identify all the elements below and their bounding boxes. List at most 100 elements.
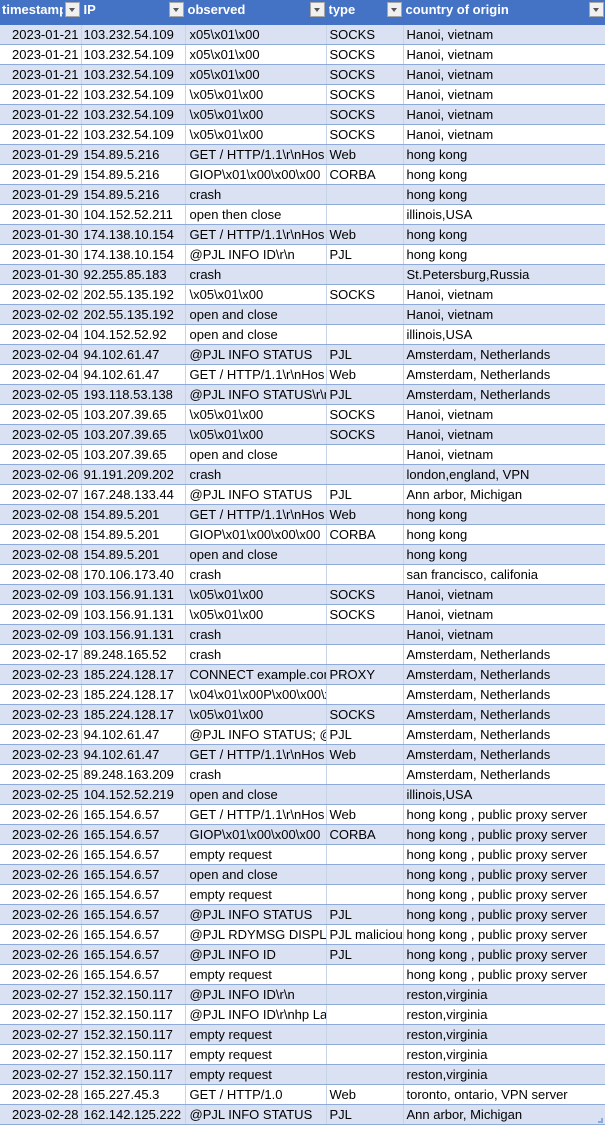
cell-type[interactable]	[326, 464, 404, 485]
cell-observed[interactable]: open and close	[185, 324, 327, 345]
cell-country[interactable]: hong kong , public proxy server	[403, 864, 605, 885]
cell-observed[interactable]: @PJL INFO ID\r\n	[185, 984, 327, 1005]
cell-country[interactable]: Ann arbor, Michigan	[403, 484, 605, 505]
cell-country[interactable]: reston,virginia	[403, 1044, 605, 1065]
cell-ip[interactable]: 152.32.150.117	[81, 1004, 186, 1025]
cell-timestamp[interactable]: 2023-01-29	[0, 144, 82, 165]
cell-timestamp[interactable]: 2023-02-23	[0, 744, 82, 765]
cell-type[interactable]: Web	[326, 144, 404, 165]
cell-ip[interactable]: 167.248.133.44	[81, 484, 186, 505]
cell-observed[interactable]: open and close	[185, 304, 327, 325]
cell-timestamp[interactable]: 2023-02-09	[0, 624, 82, 645]
cell-ip[interactable]: 154.89.5.216	[81, 184, 186, 205]
cell-type[interactable]	[326, 564, 404, 585]
cell-type[interactable]: SOCKS	[326, 24, 404, 45]
cell-observed[interactable]: \x05\x01\x00	[185, 104, 327, 125]
cell-timestamp[interactable]: 2023-02-04	[0, 364, 82, 385]
cell-timestamp[interactable]: 2023-02-05	[0, 404, 82, 425]
cell-type[interactable]: PJL malicious	[326, 924, 404, 945]
cell-observed[interactable]: x05\x01\x00	[185, 64, 327, 85]
cell-ip[interactable]: 152.32.150.117	[81, 1044, 186, 1065]
cell-type[interactable]	[326, 964, 404, 985]
cell-observed[interactable]: \x04\x01\x00P\x00\x00\x00\x01\x00	[185, 684, 327, 705]
cell-country[interactable]: illinois,USA	[403, 204, 605, 225]
cell-type[interactable]: Web	[326, 804, 404, 825]
filter-dropdown-button[interactable]	[64, 2, 80, 17]
cell-type[interactable]	[326, 764, 404, 785]
cell-type[interactable]	[326, 304, 404, 325]
cell-ip[interactable]: 174.138.10.154	[81, 244, 186, 265]
cell-timestamp[interactable]: 2023-02-07	[0, 484, 82, 505]
cell-ip[interactable]: 154.89.5.216	[81, 144, 186, 165]
cell-country[interactable]: Amsterdam, Netherlands	[403, 684, 605, 705]
cell-timestamp[interactable]: 2023-02-09	[0, 584, 82, 605]
cell-ip[interactable]: 170.106.173.40	[81, 564, 186, 585]
cell-type[interactable]	[326, 544, 404, 565]
cell-timestamp[interactable]: 2023-02-27	[0, 1004, 82, 1025]
cell-ip[interactable]: 152.32.150.117	[81, 984, 186, 1005]
cell-ip[interactable]: 154.89.5.201	[81, 504, 186, 525]
cell-observed[interactable]: open and close	[185, 864, 327, 885]
cell-timestamp[interactable]: 2023-02-26	[0, 804, 82, 825]
cell-ip[interactable]: 165.154.6.57	[81, 884, 186, 905]
cell-type[interactable]	[326, 264, 404, 285]
cell-ip[interactable]: 103.156.91.131	[81, 584, 186, 605]
cell-observed[interactable]: GET / HTTP/1.1\r\nHos	[185, 744, 327, 765]
cell-type[interactable]	[326, 1004, 404, 1025]
cell-timestamp[interactable]: 2023-02-23	[0, 704, 82, 725]
cell-country[interactable]: hong kong , public proxy server	[403, 924, 605, 945]
cell-country[interactable]: Hanoi, vietnam	[403, 84, 605, 105]
cell-observed[interactable]: @PJL INFO ID	[185, 944, 327, 965]
cell-country[interactable]: hong kong , public proxy server	[403, 964, 605, 985]
cell-ip[interactable]: 165.154.6.57	[81, 964, 186, 985]
cell-ip[interactable]: 165.154.6.57	[81, 944, 186, 965]
cell-ip[interactable]: 103.207.39.65	[81, 424, 186, 445]
cell-timestamp[interactable]: 2023-02-23	[0, 664, 82, 685]
cell-timestamp[interactable]: 2023-02-02	[0, 304, 82, 325]
cell-observed[interactable]: open and close	[185, 784, 327, 805]
cell-timestamp[interactable]: 2023-02-08	[0, 504, 82, 525]
cell-type[interactable]: CORBA	[326, 524, 404, 545]
cell-country[interactable]: Hanoi, vietnam	[403, 104, 605, 125]
cell-country[interactable]: london,england, VPN	[403, 464, 605, 485]
cell-timestamp[interactable]: 2023-02-26	[0, 824, 82, 845]
cell-timestamp[interactable]: 2023-02-08	[0, 544, 82, 565]
cell-observed[interactable]: @PJL INFO STATUS	[185, 904, 327, 925]
cell-type[interactable]: SOCKS	[326, 404, 404, 425]
cell-country[interactable]: hong kong	[403, 164, 605, 185]
cell-type[interactable]: SOCKS	[326, 64, 404, 85]
cell-observed[interactable]: @PJL INFO STATUS\r\n	[185, 384, 327, 405]
cell-observed[interactable]: @PJL INFO ID\r\n	[185, 244, 327, 265]
cell-country[interactable]: Hanoi, vietnam	[403, 624, 605, 645]
cell-country[interactable]: Amsterdam, Netherlands	[403, 344, 605, 365]
cell-timestamp[interactable]: 2023-01-30	[0, 224, 82, 245]
cell-timestamp[interactable]: 2023-02-26	[0, 904, 82, 925]
cell-country[interactable]: Hanoi, vietnam	[403, 284, 605, 305]
cell-type[interactable]: SOCKS	[326, 104, 404, 125]
cell-observed[interactable]: \x05\x01\x00	[185, 424, 327, 445]
table-resize-handle[interactable]	[598, 1118, 603, 1123]
cell-country[interactable]: St.Petersburg,Russia	[403, 264, 605, 285]
cell-timestamp[interactable]: 2023-01-21	[0, 64, 82, 85]
cell-country[interactable]: hong kong , public proxy server	[403, 844, 605, 865]
cell-ip[interactable]: 94.102.61.47	[81, 744, 186, 765]
cell-observed[interactable]: GET / HTTP/1.0	[185, 1084, 327, 1105]
cell-country[interactable]: hong kong	[403, 184, 605, 205]
cell-type[interactable]: SOCKS	[326, 84, 404, 105]
cell-timestamp[interactable]: 2023-02-08	[0, 524, 82, 545]
cell-country[interactable]: hong kong , public proxy server	[403, 804, 605, 825]
cell-timestamp[interactable]: 2023-02-05	[0, 444, 82, 465]
cell-observed[interactable]: @PJL INFO STATUS	[185, 484, 327, 505]
cell-country[interactable]: Hanoi, vietnam	[403, 44, 605, 65]
cell-country[interactable]: Hanoi, vietnam	[403, 124, 605, 145]
cell-type[interactable]	[326, 1024, 404, 1045]
cell-observed[interactable]: GIOP\x01\x00\x00\x00	[185, 824, 327, 845]
cell-timestamp[interactable]: 2023-02-26	[0, 864, 82, 885]
cell-country[interactable]: Amsterdam, Netherlands	[403, 724, 605, 745]
cell-type[interactable]: CORBA	[326, 824, 404, 845]
cell-timestamp[interactable]: 2023-02-26	[0, 884, 82, 905]
cell-country[interactable]: hong kong	[403, 504, 605, 525]
cell-timestamp[interactable]: 2023-02-25	[0, 764, 82, 785]
cell-timestamp[interactable]: 2023-02-04	[0, 344, 82, 365]
cell-timestamp[interactable]: 2023-02-27	[0, 1044, 82, 1065]
